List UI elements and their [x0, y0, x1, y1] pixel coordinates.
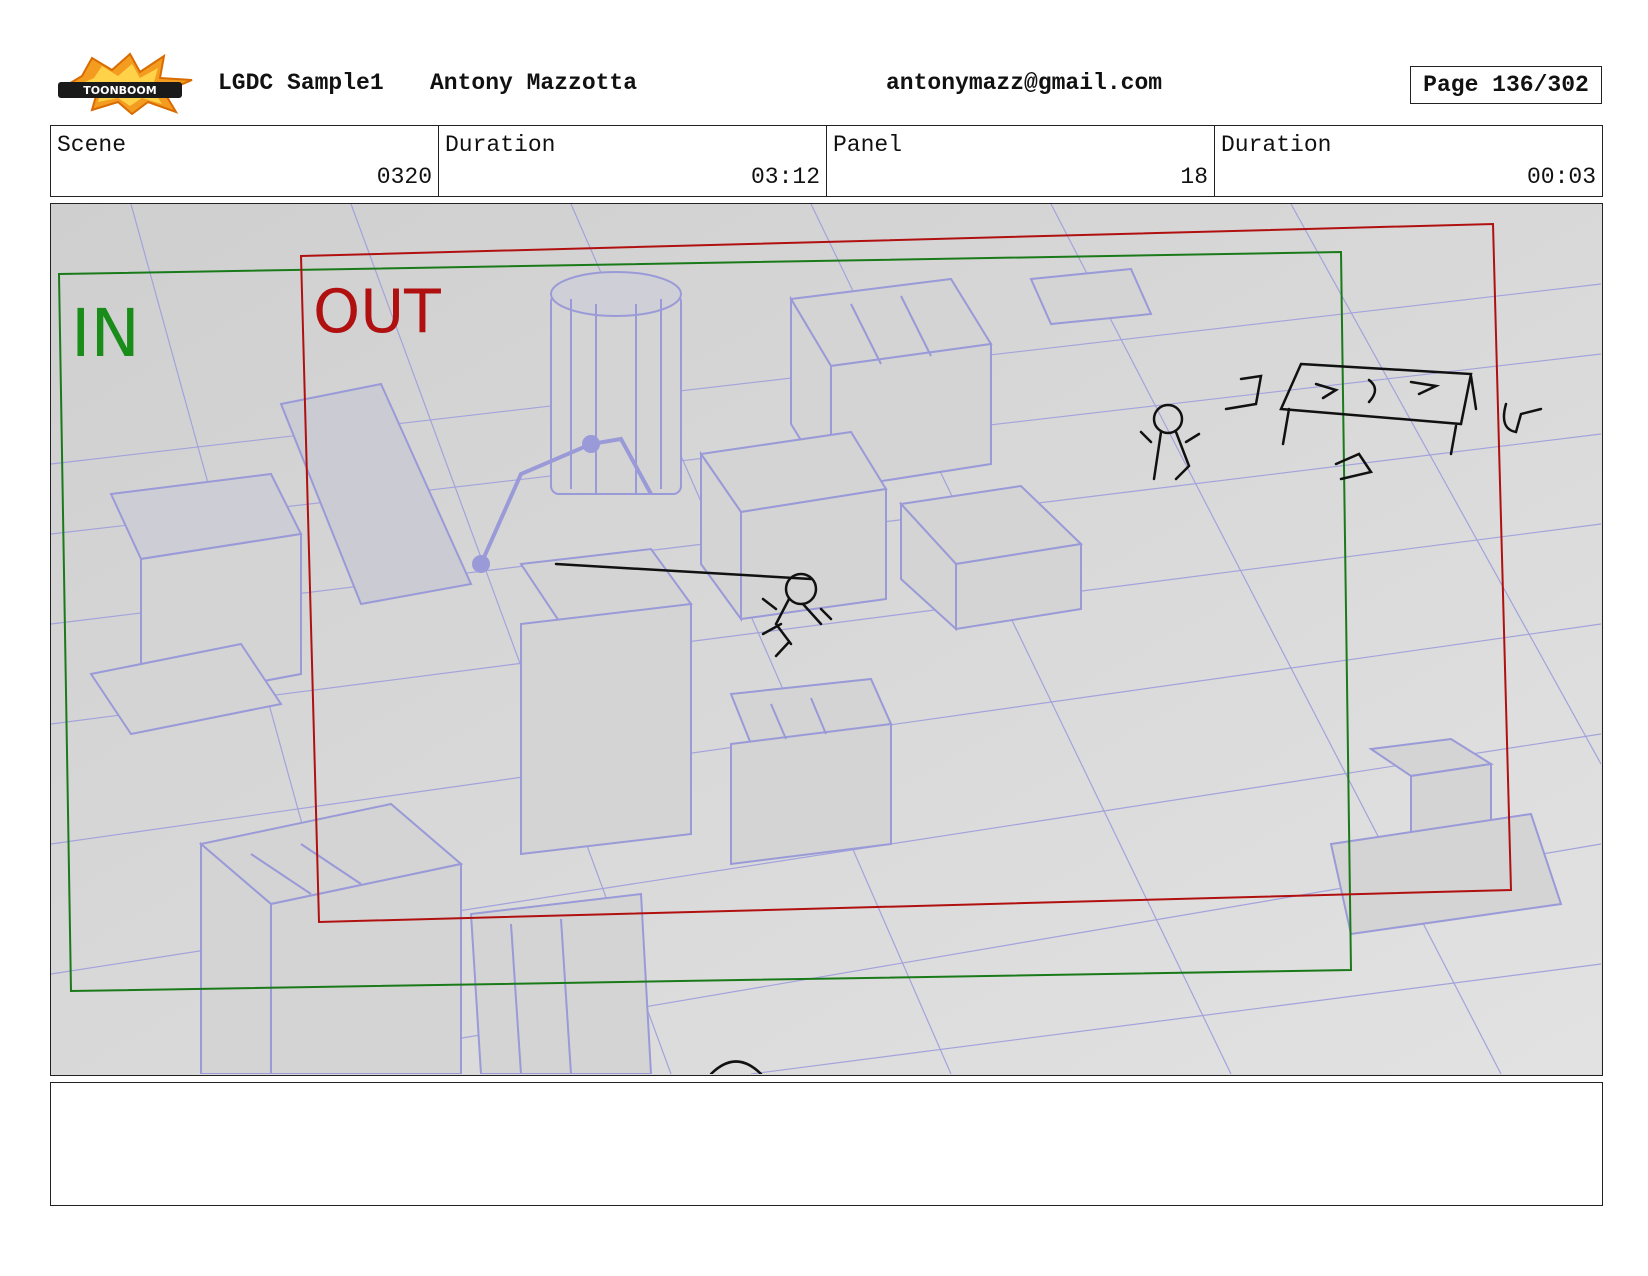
out-label: OUT	[313, 277, 441, 347]
panel-drawing: IN OUT	[51, 204, 1601, 1074]
toonboom-logo: TOONBOOM	[52, 50, 202, 116]
scene-value: 0320	[376, 164, 432, 190]
author-name: Antony Mazzotta	[430, 70, 638, 96]
logo-text: TOONBOOM	[83, 84, 156, 97]
scene-cell: Scene 0320	[51, 126, 439, 196]
panel-value: 18	[1180, 164, 1208, 190]
panel-duration-label: Duration	[1221, 132, 1332, 158]
panel-duration-value: 00:03	[1526, 164, 1596, 190]
panel-duration-cell: Duration 00:03	[1215, 126, 1602, 196]
storyboard-panel: IN OUT	[50, 203, 1603, 1076]
info-table: Scene 0320 Duration 03:12 Panel 18 Durat…	[50, 125, 1603, 197]
notes-box	[50, 1082, 1603, 1206]
panel-cell: Panel 18	[827, 126, 1215, 196]
author-email: antonymazz@gmail.com	[886, 70, 1163, 96]
scene-duration-label: Duration	[445, 132, 556, 158]
in-label: IN	[71, 295, 140, 372]
scene-label: Scene	[57, 132, 127, 158]
project-title: LGDC Sample1	[218, 70, 384, 96]
scene-duration-value: 03:12	[750, 164, 820, 190]
page-number: Page 136/302	[1410, 66, 1602, 104]
scene-duration-cell: Duration 03:12	[439, 126, 827, 196]
panel-label: Panel	[833, 132, 903, 158]
